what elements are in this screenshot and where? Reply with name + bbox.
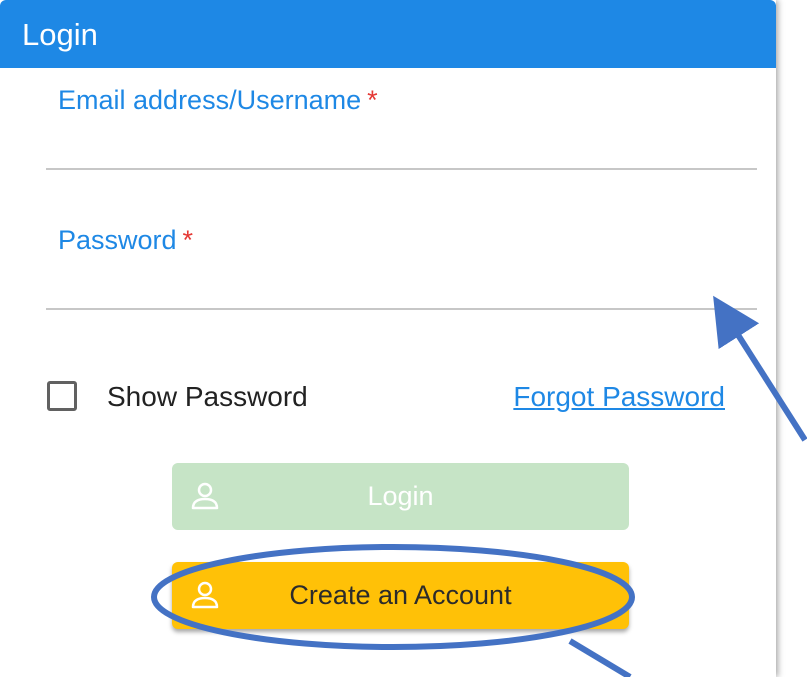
email-field-label: Email address/Username * [58, 84, 378, 116]
password-underline [46, 308, 757, 310]
password-field-label: Password * [58, 224, 193, 256]
show-password-label[interactable]: Show Password [107, 380, 308, 414]
password-label-text: Password [58, 225, 177, 255]
email-required-mark: * [367, 85, 378, 115]
header-title: Login [22, 17, 98, 52]
user-icon [191, 482, 219, 510]
email-input[interactable] [50, 128, 754, 164]
email-underline [46, 168, 757, 170]
create-account-button-label: Create an Account [289, 580, 512, 610]
email-label-text: Email address/Username [58, 85, 362, 115]
login-button[interactable]: Login [172, 463, 629, 530]
user-icon [191, 581, 219, 609]
login-button-label: Login [367, 481, 434, 511]
password-required-mark: * [182, 225, 194, 255]
show-password-checkbox[interactable] [47, 381, 77, 411]
login-panel: Login Email address/Username * Password * … [0, 0, 776, 677]
forgot-password-link[interactable]: Forgot Password [513, 380, 725, 414]
password-input[interactable] [50, 268, 754, 304]
login-header: Login [0, 0, 776, 68]
create-account-button[interactable]: Create an Account [172, 562, 629, 629]
